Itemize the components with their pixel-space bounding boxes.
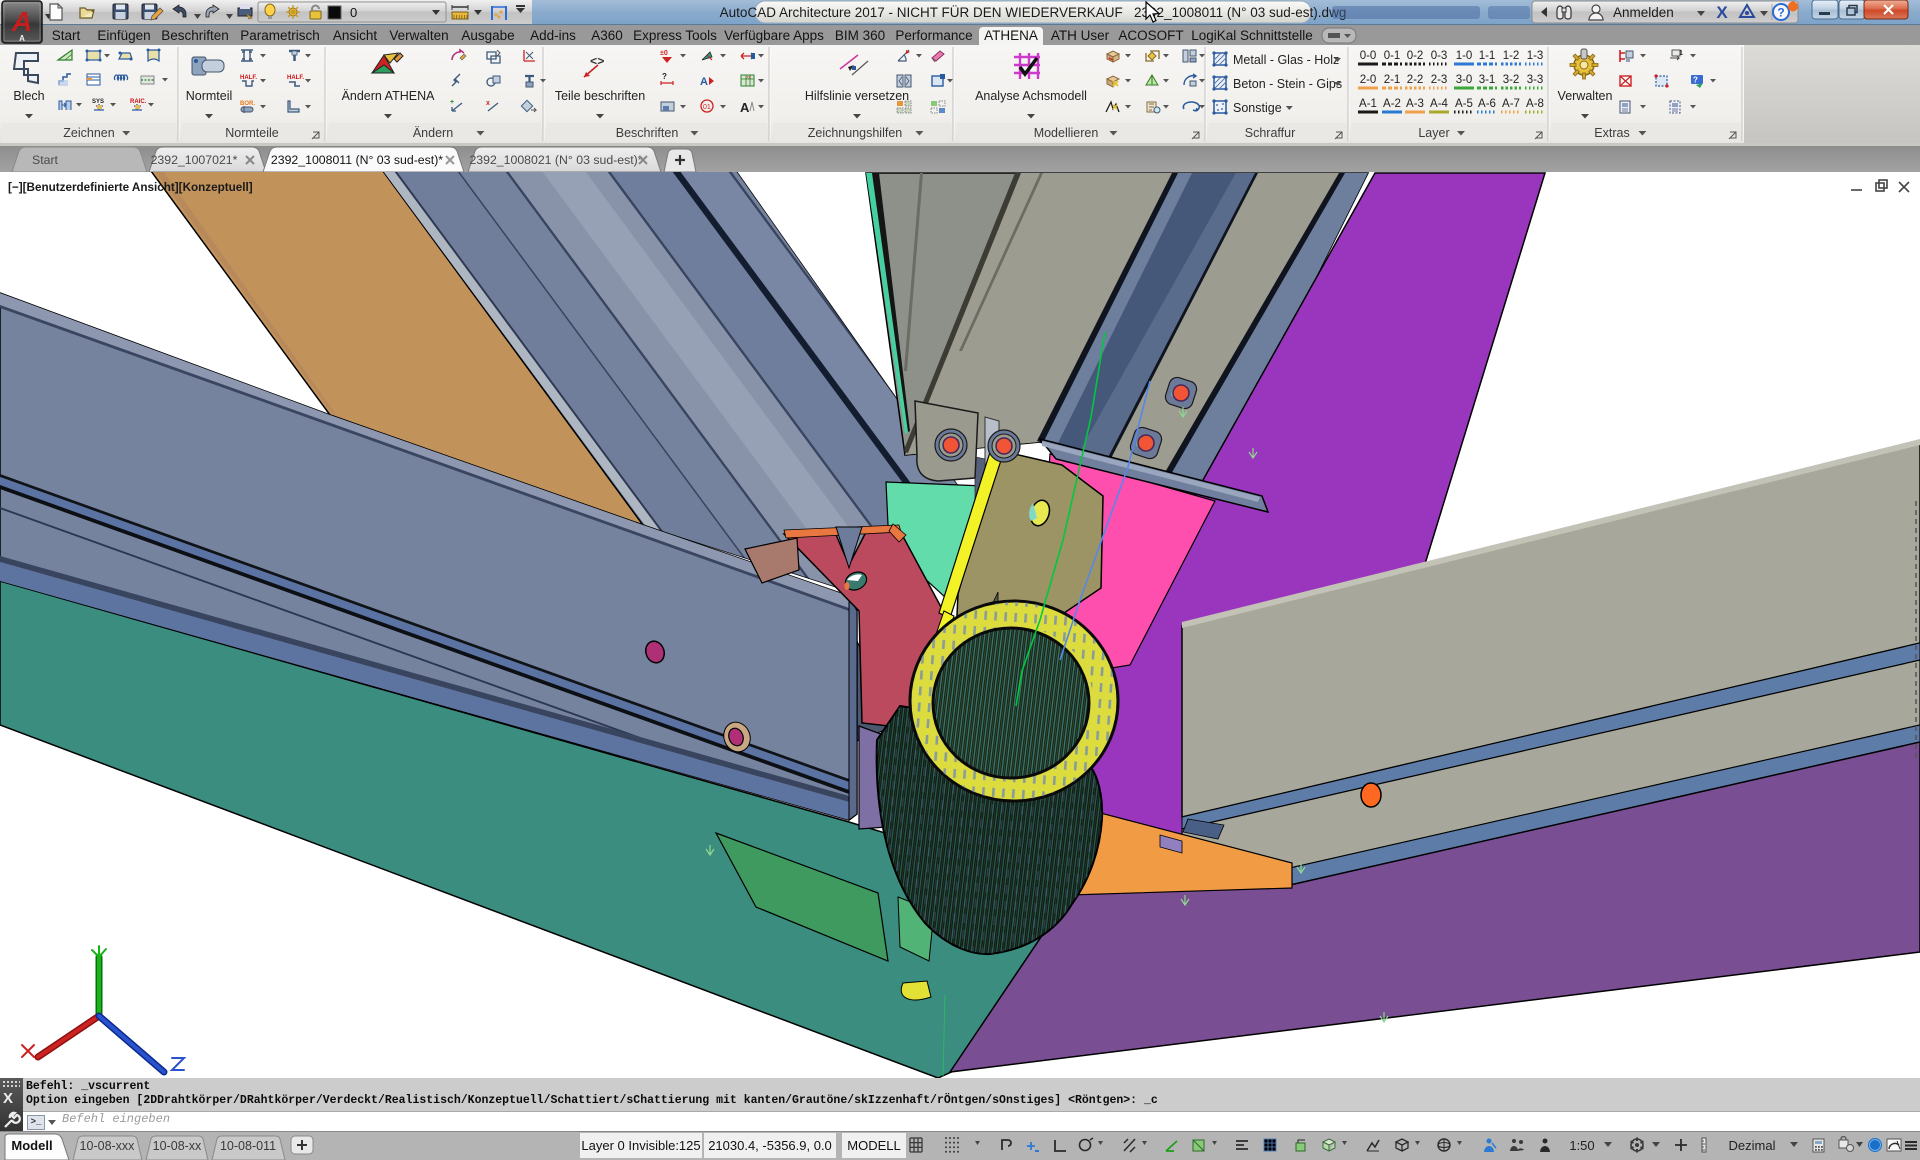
svg-text:10-08-xxx: 10-08-xxx — [80, 1139, 136, 1153]
svg-text:A: A — [700, 76, 708, 88]
svg-text:Sonstige: Sonstige — [1233, 101, 1282, 115]
svg-text:Beschriften: Beschriften — [616, 126, 679, 140]
svg-text:Normteile: Normteile — [225, 126, 279, 140]
svg-text:2392_1008021 (N° 03 sud-est)*: 2392_1008021 (N° 03 sud-est)* — [469, 153, 642, 167]
svg-text:3-1: 3-1 — [1479, 74, 1496, 86]
svg-text:x: x — [486, 100, 490, 107]
svg-text:1:50: 1:50 — [1569, 1138, 1594, 1153]
svg-text:Start: Start — [32, 153, 59, 167]
svg-text:3-2: 3-2 — [1503, 74, 1520, 86]
svg-text:X: X — [1716, 3, 1728, 22]
svg-text:1: 1 — [1679, 50, 1683, 57]
svg-text:Modell: Modell — [11, 1138, 52, 1153]
svg-text:2392_1007021*: 2392_1007021* — [151, 153, 238, 167]
svg-text:3-3: 3-3 — [1527, 74, 1544, 86]
svg-text:0-2: 0-2 — [1407, 50, 1424, 62]
svg-text:A360: A360 — [591, 28, 623, 43]
svg-text:2-1: 2-1 — [1384, 74, 1401, 86]
svg-text:A-3: A-3 — [1406, 98, 1424, 110]
svg-text:1-0: 1-0 — [1456, 50, 1473, 62]
svg-text:Ändern: Ändern — [413, 126, 453, 140]
svg-text:Beschriften: Beschriften — [161, 28, 229, 43]
svg-text:HALF.: HALF. — [240, 75, 257, 81]
svg-text:0-3: 0-3 — [1431, 50, 1448, 62]
svg-text:Ändern ATHENA: Ändern ATHENA — [342, 89, 436, 103]
svg-text:Metall - Glas - Holz: Metall - Glas - Holz — [1233, 53, 1339, 67]
svg-text:Dezimal: Dezimal — [1729, 1138, 1776, 1153]
svg-text:[−][Benutzerdefinierte Ansicht: [−][Benutzerdefinierte Ansicht][Konzeptu… — [8, 181, 253, 194]
svg-text:MODELL: MODELL — [847, 1138, 900, 1153]
svg-text:A: A — [19, 34, 25, 43]
svg-text:A-4: A-4 — [1430, 98, 1449, 110]
svg-text:0: 0 — [350, 5, 357, 20]
svg-text:2-0: 2-0 — [1360, 74, 1377, 86]
svg-text:ATHENA: ATHENA — [984, 28, 1038, 43]
svg-text:Verwalten: Verwalten — [1558, 89, 1613, 103]
svg-text:10-08-xx: 10-08-xx — [153, 1139, 202, 1153]
svg-text:1-1: 1-1 — [1479, 50, 1496, 62]
svg-text:Extras: Extras — [1594, 126, 1629, 140]
svg-text:ATH User: ATH User — [1051, 28, 1110, 43]
svg-text:?: ? — [1777, 6, 1784, 20]
svg-text:Layer 0 Invisible:125: Layer 0 Invisible:125 — [581, 1138, 700, 1153]
svg-text:Einfügen: Einfügen — [97, 28, 150, 43]
svg-text:RAIC.: RAIC. — [130, 99, 147, 105]
svg-text:Parametrisch: Parametrisch — [240, 28, 320, 43]
svg-text:A-7: A-7 — [1502, 98, 1520, 110]
svg-text:A-8: A-8 — [1526, 98, 1544, 110]
svg-text:ACOSOFT: ACOSOFT — [1118, 28, 1183, 43]
svg-text:Normteil: Normteil — [186, 89, 233, 103]
svg-text:10-08-011: 10-08-011 — [220, 1139, 276, 1153]
svg-text:21030.4, -5356.9, 0.0: 21030.4, -5356.9, 0.0 — [708, 1138, 832, 1153]
svg-text:SYS: SYS — [92, 99, 104, 105]
svg-text:Verwalten: Verwalten — [389, 28, 448, 43]
svg-text:1-2: 1-2 — [1503, 50, 1520, 62]
svg-text:HALF.: HALF. — [287, 75, 304, 81]
svg-text:LogiKal Schnittstelle: LogiKal Schnittstelle — [1191, 28, 1313, 43]
svg-text:Zeichnungshilfen: Zeichnungshilfen — [808, 126, 903, 140]
svg-text:A: A — [11, 6, 32, 37]
svg-text:<>: <> — [590, 55, 604, 69]
svg-text:Ausgabe: Ausgabe — [461, 28, 514, 43]
svg-text:AutoCAD Architecture 2017 - NI: AutoCAD Architecture 2017 - NICHT FÜR DE… — [720, 5, 1347, 20]
svg-text:Verfügbare Apps: Verfügbare Apps — [724, 28, 824, 43]
svg-text:Add-ins: Add-ins — [530, 28, 576, 43]
svg-text:?: ? — [662, 72, 667, 81]
svg-text:Blech: Blech — [13, 89, 44, 103]
svg-text:A-6: A-6 — [1478, 98, 1496, 110]
svg-text:Zeichnen: Zeichnen — [63, 126, 114, 140]
svg-text:0-1: 0-1 — [1384, 50, 1401, 62]
svg-text:Beton - Stein - Gips: Beton - Stein - Gips — [1233, 77, 1342, 91]
svg-text:?: ? — [1693, 76, 1698, 85]
svg-text:+: + — [450, 99, 454, 106]
svg-text:Anmelden: Anmelden — [1613, 5, 1674, 20]
svg-text:Layer: Layer — [1418, 126, 1449, 140]
svg-text:2392_1008011 (N° 03 sud-est)*: 2392_1008011 (N° 03 sud-est)* — [271, 153, 443, 167]
svg-text:0-0: 0-0 — [1360, 50, 1377, 62]
svg-text:xx: xx — [747, 75, 752, 80]
svg-text:Express Tools: Express Tools — [633, 28, 717, 43]
svg-text:A-5: A-5 — [1455, 98, 1473, 110]
svg-text:Teile beschriften: Teile beschriften — [555, 89, 645, 103]
svg-text:Schraffur: Schraffur — [1245, 126, 1296, 140]
svg-text:3-0: 3-0 — [1456, 74, 1473, 86]
svg-text:Modellieren: Modellieren — [1034, 126, 1099, 140]
svg-text:2-3: 2-3 — [1431, 74, 1448, 86]
svg-text:1-3: 1-3 — [1527, 50, 1544, 62]
svg-text:BIM 360: BIM 360 — [835, 28, 885, 43]
svg-text:A-2: A-2 — [1383, 98, 1401, 110]
svg-text:Hilfslinie versetzen: Hilfslinie versetzen — [805, 89, 909, 103]
svg-text:A-1: A-1 — [1359, 98, 1377, 110]
svg-text:Performance: Performance — [895, 28, 972, 43]
svg-text:±0: ±0 — [660, 50, 668, 57]
svg-text:01: 01 — [703, 104, 711, 111]
svg-text:Ansicht: Ansicht — [333, 28, 378, 43]
svg-text:2-2: 2-2 — [1407, 74, 1424, 86]
svg-text:BOR.: BOR. — [240, 101, 255, 107]
svg-text:Analyse Achsmodell: Analyse Achsmodell — [975, 89, 1087, 103]
svg-text:A: A — [740, 100, 750, 115]
